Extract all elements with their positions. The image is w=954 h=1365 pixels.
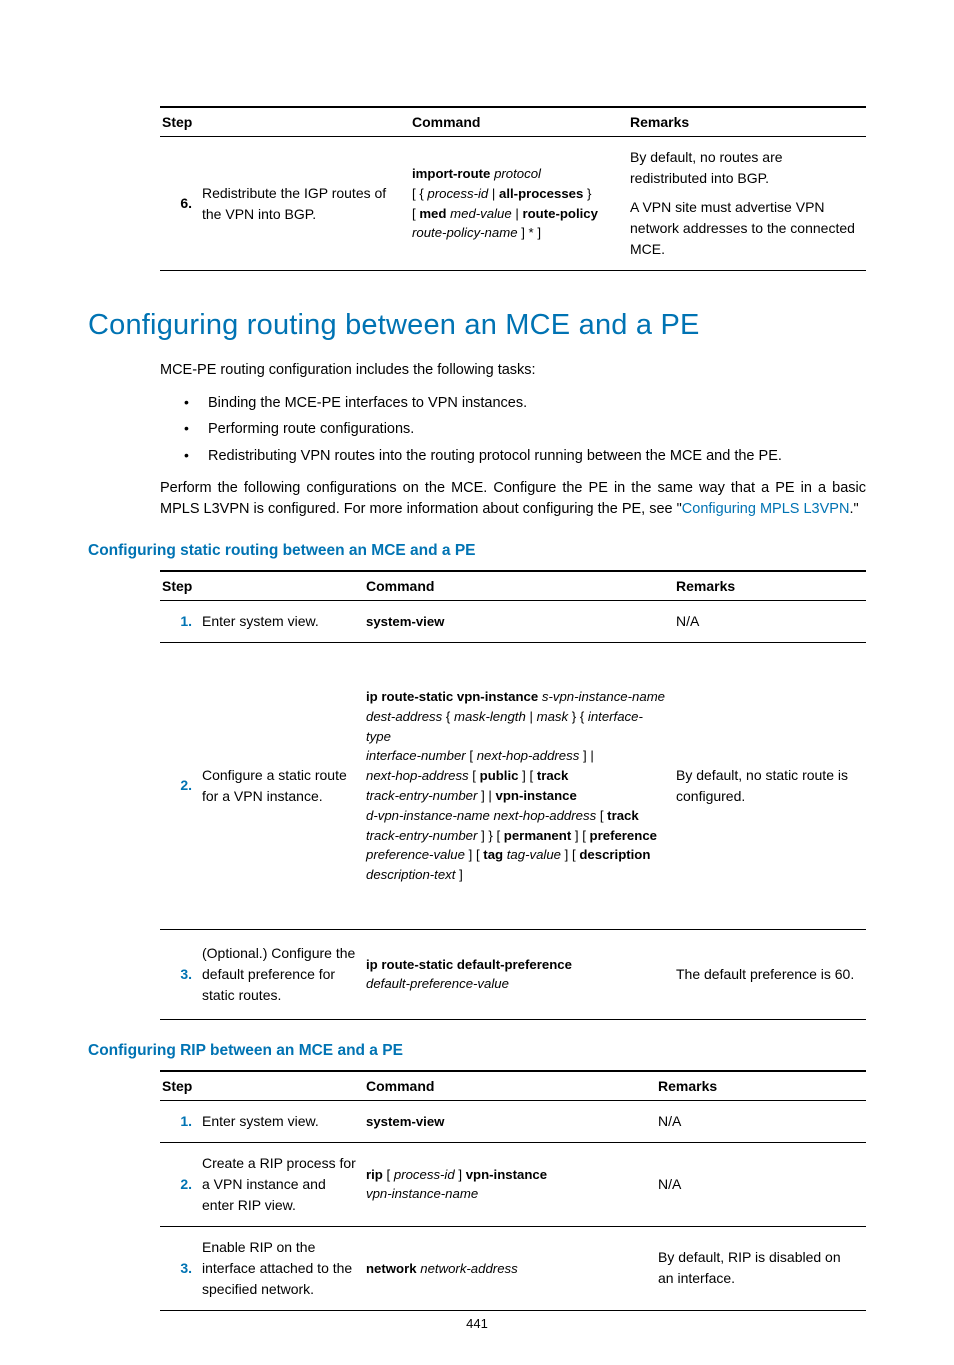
command-cell: ip route-static vpn-instance s-vpn-insta… [364, 642, 674, 929]
step-number: 2. [160, 1142, 200, 1226]
heading-rip: Configuring RIP between an MCE and a PE [88, 1042, 866, 1060]
step-number: 3. [160, 1226, 200, 1310]
table-row: 3. Enable RIP on the interface attached … [160, 1226, 866, 1310]
th-command: Command [410, 107, 628, 137]
bullet-list: Binding the MCE-PE interfaces to VPN ins… [184, 393, 866, 466]
remarks-b: A VPN site must advertise VPN network ad… [630, 197, 858, 260]
document-page: Step Command Remarks 6. Redistribute the… [0, 0, 954, 1365]
table-row: 1. Enter system view. system-view N/A [160, 600, 866, 642]
para-2: Perform the following configurations on … [160, 478, 866, 520]
heading-static-routing: Configuring static routing between an MC… [88, 542, 866, 560]
remarks-cell: By default, no routes are redistributed … [628, 137, 866, 271]
step-number: 3. [160, 929, 200, 1019]
intro-para: MCE-PE routing configuration includes th… [160, 360, 866, 381]
remarks-cell: By default, RIP is disabled on an interf… [656, 1226, 866, 1310]
table-top: Step Command Remarks 6. Redistribute the… [160, 106, 866, 271]
remarks-cell: By default, no static route is configure… [674, 642, 866, 929]
remarks-a: By default, no routes are redistributed … [630, 147, 858, 189]
remarks-cell: N/A [674, 600, 866, 642]
step-number: 2. [160, 642, 200, 929]
th-command: Command [364, 1071, 656, 1101]
step-number: 1. [160, 1100, 200, 1142]
table-rip: Step Command Remarks 1. Enter system vie… [160, 1070, 866, 1311]
rip-table-wrap: Step Command Remarks 1. Enter system vie… [160, 1070, 866, 1311]
step-number: 1. [160, 600, 200, 642]
th-remarks: Remarks [628, 107, 866, 137]
remarks-cell: N/A [656, 1100, 866, 1142]
step-desc: Enter system view. [200, 600, 364, 642]
step-desc: Enter system view. [200, 1100, 364, 1142]
list-item: Binding the MCE-PE interfaces to VPN ins… [184, 393, 866, 413]
table-row: 3. (Optional.) Configure the default pre… [160, 929, 866, 1019]
step-desc: Redistribute the IGP routes of the VPN i… [200, 137, 410, 271]
command-cell: system-view [364, 600, 674, 642]
th-remarks: Remarks [674, 571, 866, 601]
heading-1: Configuring routing between an MCE and a… [88, 309, 866, 342]
table-row: 1. Enter system view. system-view N/A [160, 1100, 866, 1142]
th-step: Step [160, 571, 364, 601]
step-desc: Configure a static route for a VPN insta… [200, 642, 364, 929]
table-row: 2. Configure a static route for a VPN in… [160, 642, 866, 929]
command-cell: rip [ process-id ] vpn-instance vpn-inst… [364, 1142, 656, 1226]
command-cell: system-view [364, 1100, 656, 1142]
command-cell: import-route protocol [ { process-id | a… [410, 137, 628, 271]
th-remarks: Remarks [656, 1071, 866, 1101]
step-number: 6. [160, 137, 200, 271]
command-cell: ip route-static default-preference defau… [364, 929, 674, 1019]
command-cell: network network-address [364, 1226, 656, 1310]
table-static: Step Command Remarks 1. Enter system vie… [160, 570, 866, 1020]
page-number: 441 [0, 1316, 954, 1331]
step-desc: Create a RIP process for a VPN instance … [200, 1142, 364, 1226]
table-row: 2. Create a RIP process for a VPN instan… [160, 1142, 866, 1226]
top-table-wrap: Step Command Remarks 6. Redistribute the… [160, 106, 866, 271]
step-desc: Enable RIP on the interface attached to … [200, 1226, 364, 1310]
static-table-wrap: Step Command Remarks 1. Enter system vie… [160, 570, 866, 1020]
body-section: MCE-PE routing configuration includes th… [160, 360, 866, 520]
list-item: Performing route configurations. [184, 419, 866, 439]
link-configuring-mpls[interactable]: Configuring MPLS L3VPN [682, 501, 850, 517]
para-2b: ." [849, 501, 858, 517]
remarks-cell: The default preference is 60. [674, 929, 866, 1019]
th-step: Step [160, 1071, 364, 1101]
table-row: 6. Redistribute the IGP routes of the VP… [160, 137, 866, 271]
remarks-cell: N/A [656, 1142, 866, 1226]
list-item: Redistributing VPN routes into the routi… [184, 446, 866, 466]
th-command: Command [364, 571, 674, 601]
step-desc: (Optional.) Configure the default prefer… [200, 929, 364, 1019]
th-step: Step [160, 107, 410, 137]
